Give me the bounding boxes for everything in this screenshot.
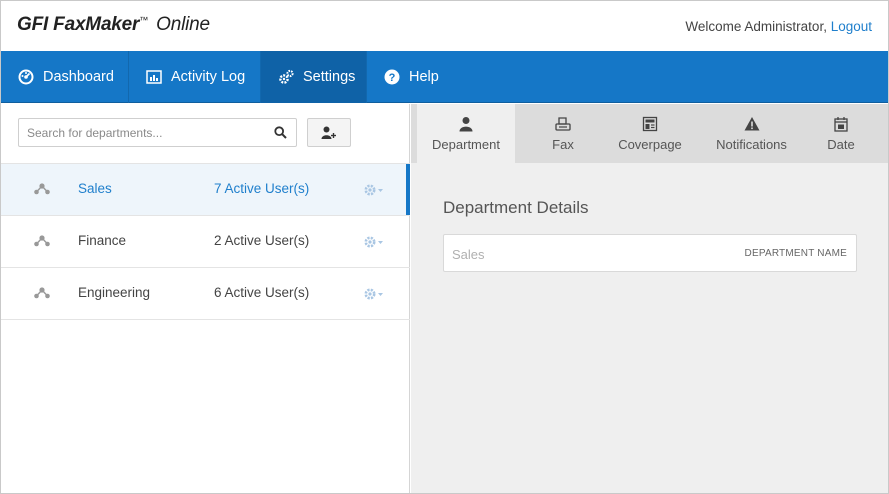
department-icon [34,183,50,195]
add-department-button[interactable] [307,118,351,147]
dashboard-icon [18,69,34,85]
department-name: Engineering [78,285,151,300]
department-name-input[interactable] [452,245,702,263]
fax-icon [555,116,571,132]
department-list: Sales 7 Active User(s) Finance 2 Active … [1,163,410,320]
department-user-count: 2 Active User(s) [214,233,310,248]
nav-dashboard[interactable]: Dashboard [1,51,129,103]
nav-help[interactable]: ? Help [367,51,457,103]
add-user-icon [321,126,336,139]
tab-date-label: Date [827,137,855,152]
gear-dropdown-icon[interactable] [363,183,385,197]
gear-dropdown-icon[interactable] [363,235,385,249]
department-user-count: 6 Active User(s) [214,285,310,300]
department-row[interactable]: Sales 7 Active User(s) [1,164,410,216]
department-search-input[interactable] [27,124,267,142]
tab-fax-label: Fax [552,137,574,152]
department-row[interactable]: Engineering 6 Active User(s) [1,268,410,320]
gear-dropdown-icon[interactable] [363,287,385,301]
top-header: GFI FaxMaker™ Online Welcome Administrat… [1,1,888,51]
nav-help-label: Help [409,69,439,85]
coverpage-icon [642,116,658,132]
warning-icon [744,116,760,132]
help-icon: ? [384,69,400,85]
department-name-label: DEPARTMENT NAME [744,248,847,259]
activity-log-icon [146,69,162,85]
section-title: Department Details [443,198,589,217]
app-logo: GFI FaxMaker™ Online [17,14,210,35]
department-name: Finance [78,233,127,248]
nav-activity-log-label: Activity Log [171,69,246,85]
welcome-text: Welcome Administrator, [685,19,831,34]
department-name: Sales [78,181,112,196]
nav-dashboard-label: Dashboard [43,69,114,85]
welcome-message: Welcome Administrator, Logout [685,19,872,34]
departments-panel: Sales 7 Active User(s) Finance 2 Active … [1,104,410,493]
department-details-panel: Department Fax Coverpage Notifications D… [411,104,888,493]
department-icon [34,287,50,299]
nav-activity-log[interactable]: Activity Log [129,51,261,103]
main-nav: Dashboard Activity Log Settings ? Help [1,51,888,103]
tab-notifications[interactable]: Notifications [704,104,799,163]
tab-fax[interactable]: Fax [515,104,611,163]
tab-date[interactable]: Date [810,104,872,163]
department-row[interactable]: Finance 2 Active User(s) [1,216,410,268]
calendar-icon [833,116,849,132]
department-name-field: DEPARTMENT NAME [443,234,857,272]
tab-department[interactable]: Department [417,104,515,163]
department-icon [34,235,50,247]
gears-icon [278,69,294,85]
tab-coverpage[interactable]: Coverpage [611,104,689,163]
nav-settings[interactable]: Settings [261,51,367,103]
search-icon[interactable] [274,126,287,139]
tab-department-label: Department [432,137,500,152]
tab-coverpage-label: Coverpage [618,137,682,152]
nav-settings-label: Settings [303,69,356,85]
department-user-count: 7 Active User(s) [214,181,310,196]
svg-text:?: ? [389,72,396,84]
tab-notifications-label: Notifications [716,137,787,152]
settings-tabs: Department Fax Coverpage Notifications D… [411,104,888,163]
logout-link[interactable]: Logout [831,19,872,34]
app-window: GFI FaxMaker™ Online Welcome Administrat… [0,0,889,494]
person-icon [458,116,474,132]
department-search [18,118,297,147]
